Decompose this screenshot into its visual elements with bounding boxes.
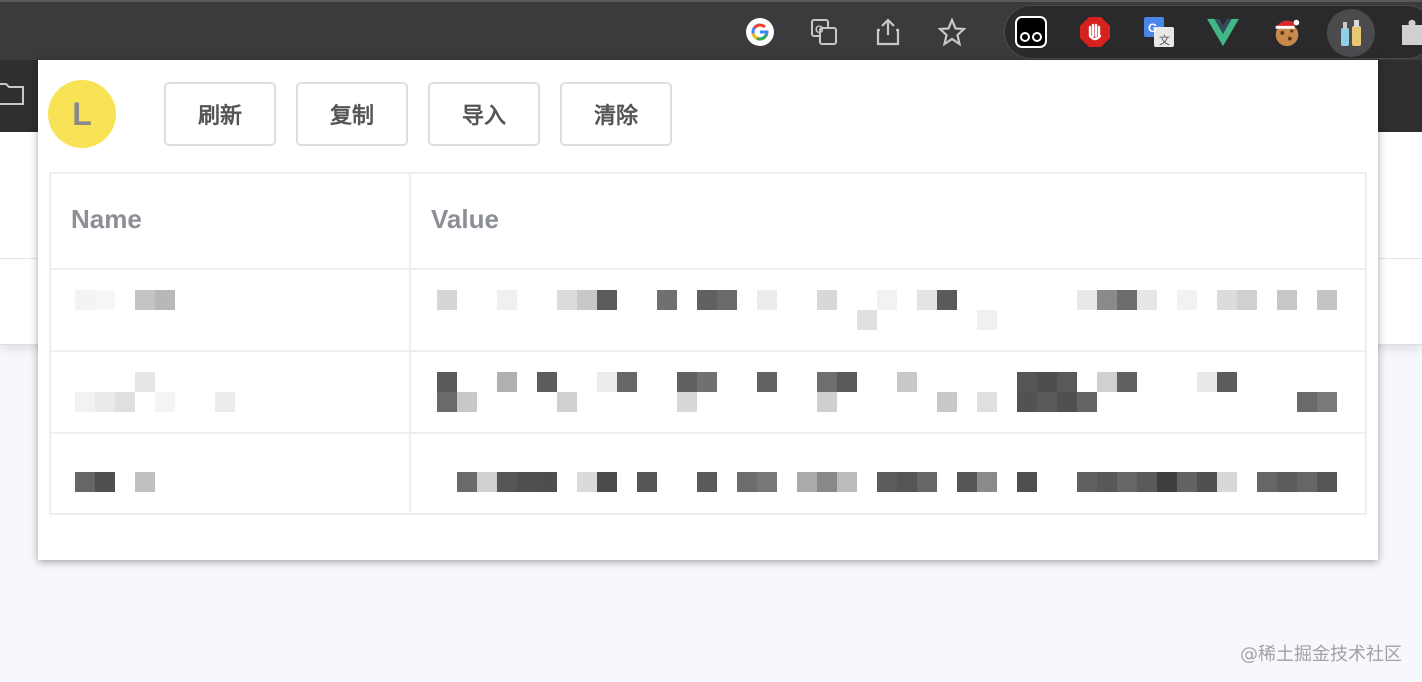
import-button[interactable]: 导入	[428, 82, 540, 146]
browser-toolbar: G G 文	[0, 0, 1422, 60]
clear-button[interactable]: 清除	[560, 82, 672, 146]
table-row[interactable]	[51, 434, 1365, 514]
bottles-icon[interactable]	[1327, 9, 1375, 57]
google-icon[interactable]	[744, 16, 776, 48]
google-translate-icon[interactable]: G 文	[1143, 16, 1175, 48]
avatar[interactable]: L	[48, 80, 116, 148]
share-icon[interactable]	[872, 16, 904, 48]
table-row[interactable]	[51, 352, 1365, 432]
copy-button[interactable]: 复制	[296, 82, 408, 146]
svg-text:文: 文	[1159, 33, 1170, 47]
adblock-icon[interactable]	[1079, 16, 1111, 48]
translate-icon[interactable]: G	[808, 16, 840, 48]
svg-text:G: G	[1148, 21, 1157, 35]
cookie-table: Name Value	[49, 172, 1367, 515]
vue-devtools-icon[interactable]	[1207, 16, 1239, 48]
extensions-bar: G 文	[1004, 5, 1422, 59]
ghost-extension-icon[interactable]	[1015, 16, 1047, 48]
refresh-button[interactable]: 刷新	[164, 82, 276, 146]
star-icon[interactable]	[936, 16, 968, 48]
table-row[interactable]	[51, 270, 1365, 350]
folder-icon[interactable]	[0, 80, 24, 110]
column-header-name: Name	[71, 204, 142, 234]
watermark: @稀土掘金技术社区	[1240, 644, 1402, 665]
svg-text:G: G	[815, 24, 824, 36]
cookie-popup: L 刷新 复制 导入 清除 Name Value	[38, 60, 1378, 560]
column-header-value: Value	[431, 204, 499, 234]
cookie-editor-icon[interactable]	[1271, 16, 1303, 48]
puzzle-icon[interactable]	[1397, 16, 1422, 48]
